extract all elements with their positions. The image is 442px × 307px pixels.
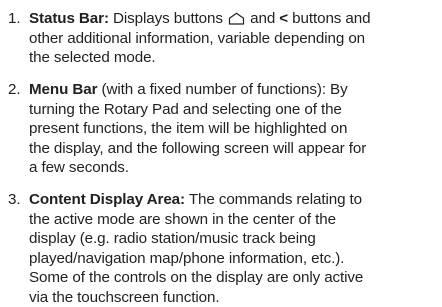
list-item-body: Content Display Area: The commands relat… — [29, 190, 439, 307]
text-segment: The commands relating to — [185, 191, 363, 208]
back-symbol: < — [279, 10, 289, 27]
text-segment: Displays buttons — [108, 10, 227, 27]
line-2: turning the Rotary Pad and selecting one… — [29, 100, 342, 118]
line-4: played/navigation map/phone information,… — [29, 249, 345, 267]
text-segment: buttons and — [288, 10, 371, 27]
line-1: Menu Bar (with a fixed number of functio… — [29, 80, 439, 100]
line-1: Status Bar: Displays buttons and < butto… — [29, 9, 439, 29]
term-content-display-area: Content Display Area: — [29, 191, 185, 208]
list-number: 3. — [8, 191, 21, 208]
text-segment: (with a fixed number of functions): By — [97, 81, 348, 98]
list-item-body: Menu Bar (with a fixed number of functio… — [29, 80, 439, 178]
list-item-body: Status Bar: Displays buttons and < butto… — [29, 9, 439, 68]
manual-text-block: 1. Status Bar: Displays buttons and < bu… — [0, 0, 442, 307]
list-number: 2. — [8, 81, 21, 98]
term-status-bar: Status Bar: — [29, 10, 109, 27]
line-4: the display, and the following screen wi… — [29, 139, 367, 157]
home-icon — [228, 12, 245, 25]
line-5: a few seconds. — [29, 159, 129, 176]
text-segment: and — [246, 10, 280, 27]
term-menu-bar: Menu Bar — [29, 81, 98, 98]
line-2: other additional information, variable d… — [29, 29, 366, 47]
line-1: Content Display Area: The commands relat… — [29, 190, 439, 210]
line-2: the active mode are shown in the center … — [29, 210, 336, 228]
line-5: Some of the controls on the display are … — [29, 269, 364, 286]
line-3: display (e.g. radio station/music track … — [29, 230, 316, 247]
line-6: via the touchscreen function. — [29, 288, 220, 306]
list-number: 1. — [8, 10, 21, 27]
line-3: the selected mode. — [29, 49, 156, 66]
line-3: present functions, the item will be high… — [29, 120, 348, 137]
